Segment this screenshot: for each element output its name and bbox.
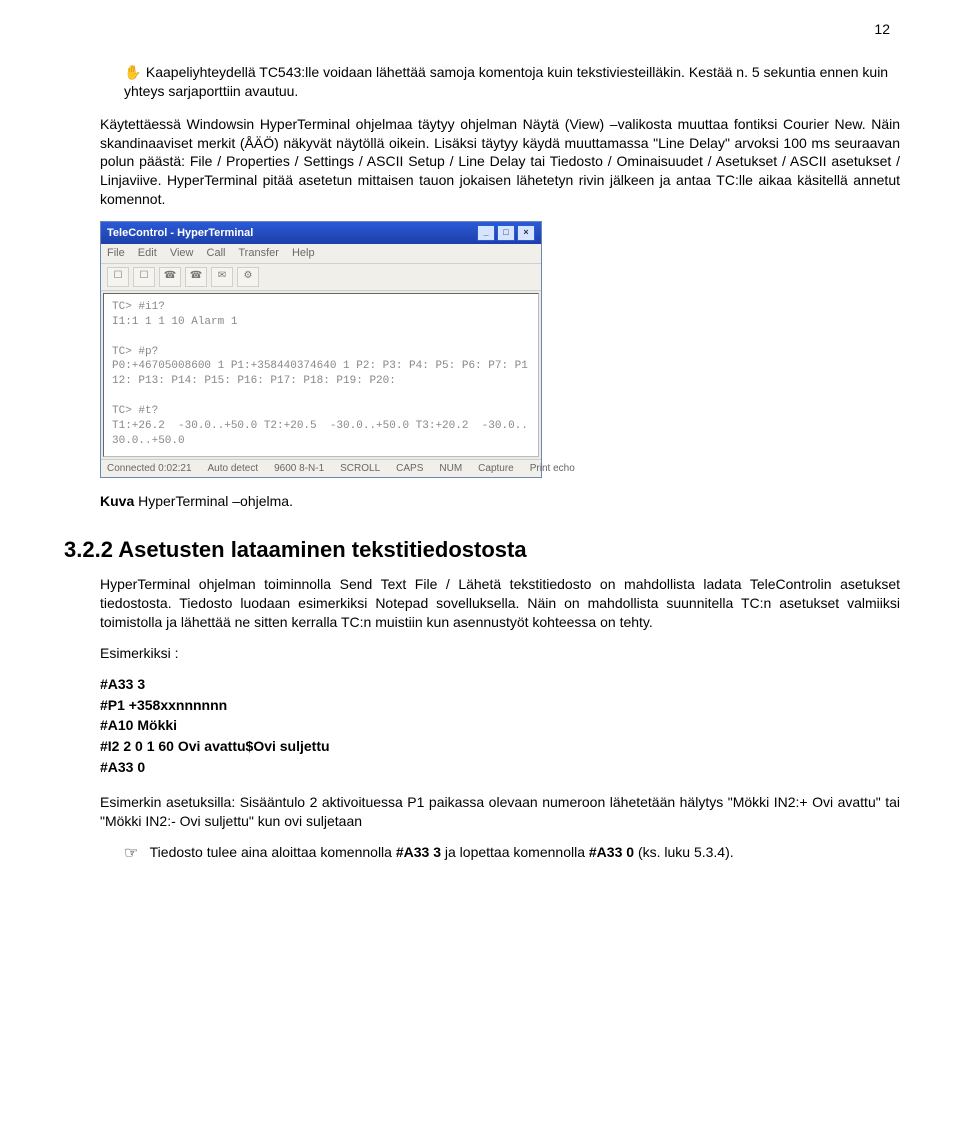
footer-text-pre: Tiedosto tulee aina aloittaa komennolla [150,844,396,860]
close-icon[interactable]: × [517,225,535,241]
example-line: #A33 0 [100,758,900,777]
callout-text: Kaapeliyhteydellä TC543:lle voidaan lähe… [124,64,888,99]
statusbar: Connected 0:02:21 Auto detect 9600 8-N-1… [101,459,541,478]
figure-caption: Kuva HyperTerminal –ohjelma. [100,492,900,511]
status-capture: Capture [478,462,514,476]
footer-text-mid: ja lopettaa komennolla [445,844,589,860]
footer-cmd1: #A33 3 [396,844,441,860]
example-label: Esimerkiksi : [100,644,900,663]
window-buttons: _ □ × [477,225,535,241]
menu-transfer[interactable]: Transfer [238,247,279,259]
minimize-icon[interactable]: _ [477,225,495,241]
status-autodetect: Auto detect [208,462,259,476]
paragraph-send-text-file: HyperTerminal ohjelman toiminnolla Send … [100,575,900,632]
section-heading: 3.2.2 Asetusten lataaminen tekstitiedost… [64,535,900,565]
pointing-hand-icon: ☞ [124,843,146,865]
footer-text-post: (ks. luku 5.3.4). [638,844,734,860]
status-baud: 9600 8-N-1 [274,462,324,476]
footer-cmd2: #A33 0 [589,844,634,860]
callout-file-commands: ☞ Tiedosto tulee aina aloittaa komennoll… [124,843,900,865]
menu-edit[interactable]: Edit [138,247,157,259]
paragraph-example-explain: Esimerkin asetuksilla: Sisääntulo 2 akti… [100,793,900,831]
toolbar-props-icon[interactable]: ⚙ [237,267,259,287]
example-commands: #A33 3 #P1 +358xxnnnnnn #A10 Mökki #I2 2… [100,675,900,777]
paragraph-hyperterminal-settings: Käytettäessä Windowsin HyperTerminal ohj… [100,115,900,209]
toolbar-call-icon[interactable]: ☎ [159,267,181,287]
caption-text: HyperTerminal –ohjelma. [134,493,293,509]
menubar: File Edit View Call Transfer Help [101,244,541,264]
toolbar-new-icon[interactable]: ☐ [107,267,129,287]
status-scroll: SCROLL [340,462,380,476]
status-num: NUM [439,462,462,476]
example-line: #P1 +358xxnnnnnn [100,696,900,715]
caption-label: Kuva [100,493,134,509]
toolbar-hangup-icon[interactable]: ☎ [185,267,207,287]
hand-icon: ✋ [124,63,142,82]
terminal-output[interactable]: TC> #i1? I1:1 1 1 10 Alarm 1 TC> #p? P0:… [103,293,539,457]
toolbar: ☐ ☐ ☎ ☎ ✉ ⚙ [101,264,541,291]
toolbar-send-icon[interactable]: ✉ [211,267,233,287]
status-connected: Connected 0:02:21 [107,462,192,476]
callout-cable-connection: ✋ Kaapeliyhteydellä TC543:lle voidaan lä… [124,63,900,101]
titlebar: TeleControl - HyperTerminal _ □ × [101,222,541,244]
status-echo: Print echo [530,462,575,476]
menu-view[interactable]: View [170,247,194,259]
menu-file[interactable]: File [107,247,125,259]
example-line: #A10 Mökki [100,716,900,735]
status-caps: CAPS [396,462,423,476]
page-number: 12 [100,20,900,39]
maximize-icon[interactable]: □ [497,225,515,241]
menu-help[interactable]: Help [292,247,315,259]
example-line: #A33 3 [100,675,900,694]
toolbar-open-icon[interactable]: ☐ [133,267,155,287]
window-title: TeleControl - HyperTerminal [107,226,253,241]
hyperterminal-window: TeleControl - HyperTerminal _ □ × File E… [100,221,542,478]
menu-call[interactable]: Call [207,247,226,259]
example-line: #I2 2 0 1 60 Ovi avattu$Ovi suljettu [100,737,900,756]
